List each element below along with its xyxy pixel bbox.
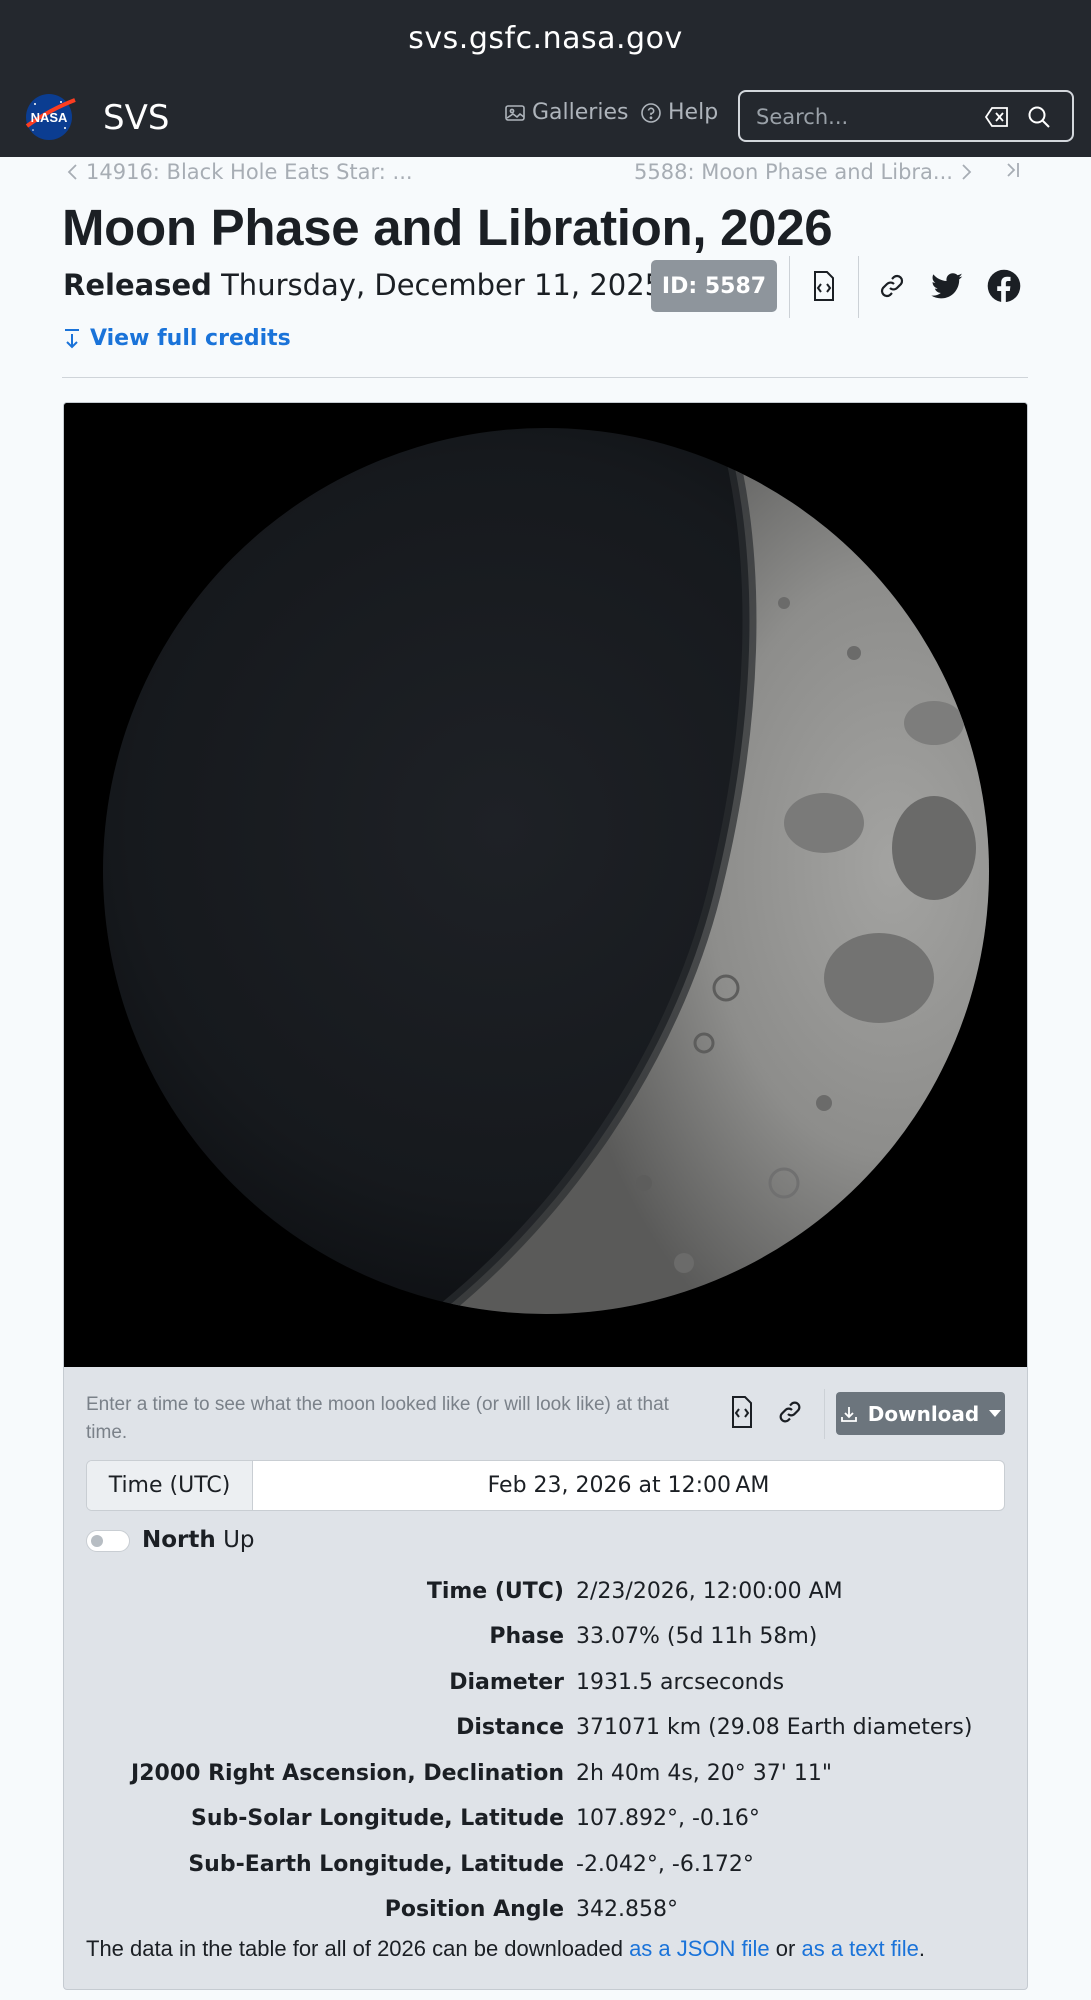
embed-code-icon[interactable]	[806, 269, 840, 303]
data-value: 33.07% (5d 11h 58m)	[576, 1624, 818, 1649]
nasa-logo[interactable]: NASA	[21, 92, 77, 142]
nav-help-label: Help	[668, 100, 719, 125]
page-title: Moon Phase and Libration, 2026	[62, 199, 833, 256]
text-download-link[interactable]: as a text file	[801, 1936, 918, 1961]
search-icon[interactable]	[1026, 104, 1052, 130]
data-value: 371071 km (29.08 Earth diameters)	[576, 1715, 973, 1740]
data-row-position-angle: Position Angle 342.858°	[64, 1897, 1027, 1937]
data-row-ra-dec: J2000 Right Ascension, Declination 2h 40…	[64, 1761, 1027, 1801]
download-note: The data in the table for all of 2026 ca…	[86, 1936, 925, 1962]
link-icon[interactable]	[775, 1395, 805, 1429]
help-circle-icon	[641, 102, 661, 123]
json-download-link[interactable]: as a JSON file	[629, 1936, 770, 1961]
facebook-icon[interactable]	[987, 269, 1021, 303]
search-box	[738, 90, 1074, 142]
north-up-label: North Up	[142, 1527, 255, 1553]
time-input[interactable]: Feb 23, 2026 at 12:00 AM	[253, 1461, 1004, 1510]
data-value: 107.892°, -0.16°	[576, 1806, 760, 1831]
id-badge[interactable]: ID: 5587	[651, 260, 777, 312]
data-row-sub-earth: Sub-Earth Longitude, Latitude -2.042°, -…	[64, 1852, 1027, 1892]
time-input-group: Time (UTC) Feb 23, 2026 at 12:00 AM	[86, 1460, 1005, 1511]
view-full-credits-label: View full credits	[90, 326, 291, 351]
data-key: Position Angle	[384, 1897, 564, 1922]
north-up-label-rest: Up	[215, 1527, 255, 1553]
data-value: -2.042°, -6.172°	[576, 1852, 754, 1877]
embed-code-icon[interactable]	[727, 1395, 757, 1429]
north-up-label-bold: North	[142, 1527, 216, 1553]
view-full-credits-link[interactable]: View full credits	[62, 326, 291, 351]
data-value: 2/23/2026, 12:00:00 AM	[576, 1579, 843, 1604]
chevron-right-icon	[962, 164, 972, 180]
data-row-distance: Distance 371071 km (29.08 Earth diameter…	[64, 1715, 1027, 1755]
link-icon[interactable]	[875, 269, 909, 303]
divider	[858, 256, 859, 318]
next-release-label: 5588: Moon Phase and Libra...	[634, 160, 953, 184]
data-value: 342.858°	[576, 1897, 678, 1922]
divider	[789, 256, 790, 318]
next-release-link[interactable]: 5588: Moon Phase and Libra...	[634, 160, 975, 184]
data-value: 1931.5 arcseconds	[576, 1670, 785, 1695]
moon-image	[64, 403, 1027, 1367]
site-name[interactable]: SVS	[103, 98, 169, 138]
released-label: Released	[63, 268, 212, 302]
data-row-time: Time (UTC) 2/23/2026, 12:00:00 AM	[64, 1579, 1027, 1619]
browser-url-bar[interactable]: svs.gsfc.nasa.gov	[0, 0, 1091, 76]
clear-search-icon[interactable]	[984, 105, 1010, 129]
previous-release-link[interactable]: 14916: Black Hole Eats Star: ...	[64, 160, 413, 184]
north-up-toggle[interactable]	[86, 1530, 130, 1552]
data-key: Time (UTC)	[426, 1579, 564, 1604]
url-text: svs.gsfc.nasa.gov	[408, 20, 683, 56]
data-key: Sub-Solar Longitude, Latitude	[191, 1806, 564, 1831]
release-date: Released Thursday, December 11, 2025	[63, 268, 663, 302]
site-navbar: NASA SVS Galleries Help	[0, 76, 1091, 157]
latest-release-link[interactable]	[1004, 160, 1022, 180]
time-hint-text: Enter a time to see what the moon looked…	[86, 1394, 669, 1443]
section-divider	[62, 377, 1028, 378]
caret-down-icon	[989, 1410, 1002, 1417]
previous-release-label: 14916: Black Hole Eats Star: ...	[86, 160, 413, 184]
data-key: Phase	[489, 1624, 564, 1649]
download-icon	[840, 1406, 857, 1422]
chevron-left-icon	[67, 164, 77, 180]
download-label: Download	[867, 1401, 980, 1426]
data-row-sub-solar: Sub-Solar Longitude, Latitude 107.892°, …	[64, 1806, 1027, 1846]
download-note-prefix: The data in the table for all of 2026 ca…	[86, 1936, 630, 1961]
download-note-middle: or	[769, 1936, 802, 1961]
data-key: J2000 Right Ascension, Declination	[131, 1761, 564, 1786]
search-input[interactable]	[756, 102, 976, 132]
download-button[interactable]: Download	[836, 1392, 1005, 1435]
data-row-diameter: Diameter 1931.5 arcseconds	[64, 1670, 1027, 1710]
arrow-down-icon	[65, 328, 79, 348]
nav-galleries-link[interactable]: Galleries	[504, 100, 628, 125]
moon-illustration	[64, 403, 1027, 1367]
data-value: 2h 40m 4s, 20° 37' 11"	[576, 1761, 832, 1786]
chevron-last-icon	[1007, 163, 1019, 177]
released-date-value: Thursday, December 11, 2025	[221, 268, 664, 302]
nav-galleries-label: Galleries	[532, 100, 629, 125]
nav-help-link[interactable]: Help	[640, 100, 718, 125]
data-row-phase: Phase 33.07% (5d 11h 58m)	[64, 1624, 1027, 1664]
time-input-label: Time (UTC)	[87, 1461, 253, 1510]
nasa-logo-text: NASA	[31, 110, 68, 125]
moon-viewer-card: Enter a time to see what the moon looked…	[63, 402, 1028, 1990]
data-key: Sub-Earth Longitude, Latitude	[188, 1852, 564, 1877]
twitter-icon[interactable]	[930, 269, 964, 303]
gallery-icon	[505, 104, 525, 121]
download-note-suffix: .	[918, 1936, 925, 1961]
divider	[824, 1389, 825, 1439]
data-key: Diameter	[449, 1670, 564, 1695]
data-key: Distance	[456, 1715, 564, 1740]
